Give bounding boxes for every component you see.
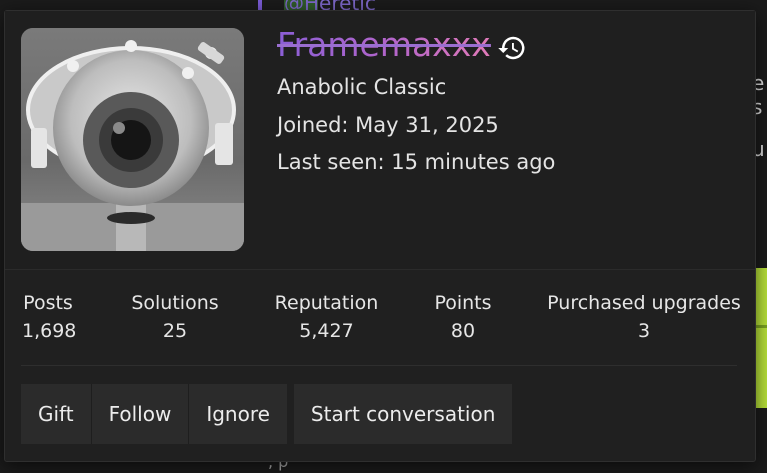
stat-value: 1,698	[22, 320, 77, 342]
stat-value: 5,427	[299, 320, 354, 342]
stat-value: 3	[637, 320, 651, 342]
history-clock-icon[interactable]	[497, 33, 527, 63]
stat-solutions[interactable]: Solutions 25	[131, 292, 219, 342]
follow-button[interactable]: Follow	[91, 384, 190, 444]
stat-posts[interactable]: Posts 1,698	[22, 292, 77, 342]
stat-points[interactable]: Points 80	[433, 292, 493, 342]
stat-label: Reputation	[274, 292, 379, 314]
member-stats: Posts 1,698 Solutions 25 Reputation 5,42…	[5, 269, 755, 366]
stat-value: 80	[450, 320, 476, 342]
username-link[interactable]: Framemaxxx	[277, 25, 491, 65]
stat-label: Posts	[23, 292, 73, 314]
member-actions: Gift Follow Ignore Start conversation	[21, 384, 513, 444]
stat-label: Points	[434, 292, 492, 314]
divider	[21, 365, 737, 366]
avatar-image	[21, 28, 244, 251]
avatar[interactable]	[21, 28, 244, 251]
stat-reputation[interactable]: Reputation 5,427	[274, 292, 379, 342]
last-seen: Last seen: 15 minutes ago	[277, 150, 556, 174]
member-tooltip-card: Framemaxxx Anabolic Classic Joined: May …	[4, 10, 756, 462]
stat-purchased-upgrades[interactable]: Purchased upgrades 3	[546, 292, 742, 342]
stat-value: 25	[162, 320, 188, 342]
member-header: Framemaxxx Anabolic Classic Joined: May …	[5, 11, 755, 269]
joined-date: Joined: May 31, 2025	[277, 113, 499, 137]
stat-label: Solutions	[131, 292, 219, 314]
start-conversation-button[interactable]: Start conversation	[293, 384, 513, 444]
page: @Heretic e s u , p	[0, 0, 767, 473]
user-title: Anabolic Classic	[277, 75, 447, 99]
ignore-button[interactable]: Ignore	[189, 384, 287, 444]
stat-label: Purchased upgrades	[547, 292, 741, 314]
gift-button[interactable]: Gift	[21, 384, 92, 444]
